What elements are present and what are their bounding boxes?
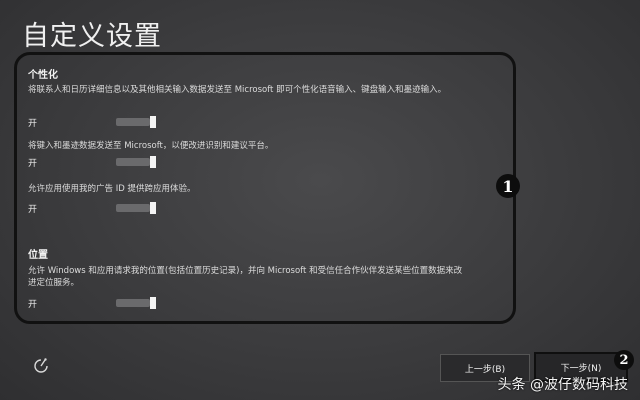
toggle-state-label: 开 [28,158,38,169]
toggle-knob[interactable] [150,202,156,214]
location-item-1-text: 允许 Windows 和应用请求我的位置(包括位置历史记录)，并向 Micros… [28,266,463,288]
setup-page: 自定义设置 个性化 将联系人和日历详细信息以及其他相关输入数据发送至 Micro… [0,0,640,400]
toggle-knob[interactable] [150,297,156,309]
toggle-knob[interactable] [150,156,156,168]
personalization-heading: 个性化 [28,70,58,81]
personalization-item-3-text: 允许应用使用我的广告 ID 提供跨应用体验。 [28,184,196,194]
personalization-item-3-row: 开 [28,201,156,215]
toggle-knob[interactable] [150,116,156,128]
toggle-track [116,299,150,307]
location-item-1-toggle[interactable] [116,297,156,309]
personalization-item-1-row: 开 [28,115,156,129]
personalization-item-3-toggle[interactable] [116,202,156,214]
ease-of-access-icon[interactable] [32,356,50,374]
toggle-track [116,118,150,126]
toggle-state-label: 开 [28,204,38,215]
watermark: 头条 @波仔数码科技 [497,377,628,393]
personalization-item-2-row: 开 [28,155,156,169]
personalization-item-2-text: 将键入和墨迹数据发送至 Microsoft，以便改进识别和建议平台。 [28,141,274,151]
toggle-state-label: 开 [28,118,38,129]
personalization-item-2-toggle[interactable] [116,156,156,168]
callout-badge-1: 1 [496,174,520,198]
toggle-state-label: 开 [28,299,38,310]
location-item-1-row: 开 [28,296,156,310]
personalization-item-1-toggle[interactable] [116,116,156,128]
location-heading: 位置 [28,250,48,261]
toggle-track [116,158,150,166]
page-title: 自定义设置 [22,21,162,52]
toggle-track [116,204,150,212]
personalization-item-1-text: 将联系人和日历详细信息以及其他相关输入数据发送至 Microsoft 即可个性化… [28,85,447,95]
callout-badge-2: 2 [614,350,634,370]
